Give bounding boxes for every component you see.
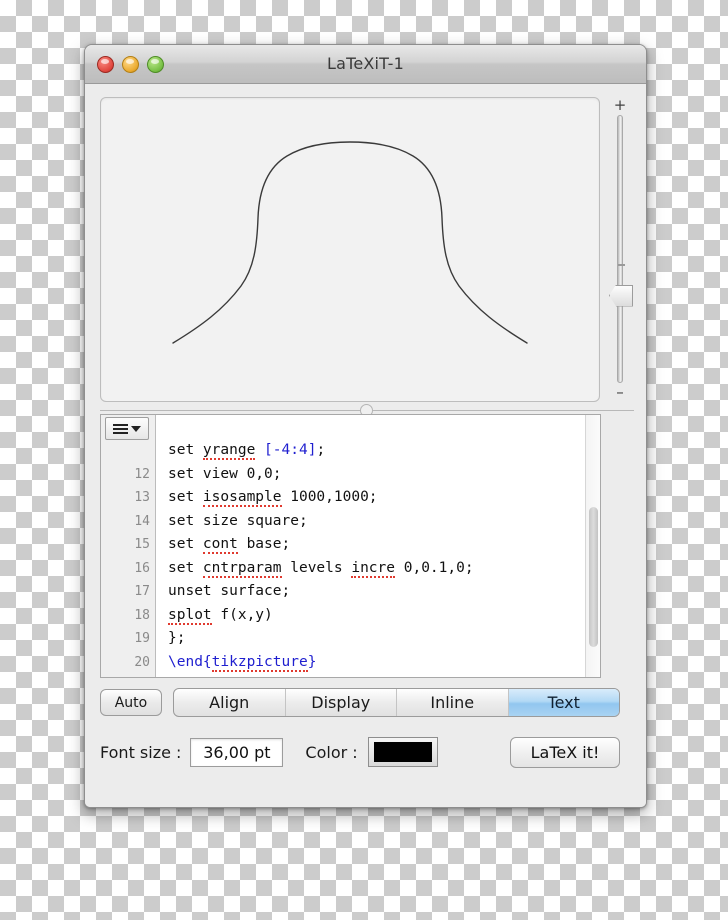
code-token: incre [351, 559, 395, 578]
mode-segment-inline[interactable]: Inline [397, 688, 509, 716]
code-token: cntrparam [202, 559, 282, 578]
mode-segment-align[interactable]: Align [174, 688, 286, 716]
gutter-line-number: 17 [134, 584, 150, 599]
code-token: splot [168, 606, 212, 625]
code-token: f(x,y) [211, 606, 273, 623]
latex-source-editor[interactable]: 12131415161718192021 set xrange [-4:4]; … [100, 414, 601, 678]
zoom-slider-tick [618, 264, 625, 266]
color-label: Color : [305, 742, 358, 762]
code-token: } [307, 653, 317, 670]
code-lines: set yrange [-4:4]; set view 0,0; set isosa… [156, 439, 600, 677]
font-size-input[interactable]: 36,00 pt [190, 737, 284, 767]
color-chip [373, 742, 432, 762]
mode-segment-display[interactable]: Display [286, 688, 397, 716]
mode-bar: Auto Align Display Inline Text [100, 687, 620, 717]
code-text-area[interactable]: set xrange [-4:4]; set yrange [-4:4];set… [156, 415, 600, 677]
code-line[interactable]: set cont base; [156, 533, 600, 557]
equation-preview[interactable] [100, 97, 600, 402]
gutter-line-number: 16 [134, 560, 150, 576]
code-line[interactable]: set yrange [-4:4]; [156, 439, 600, 463]
code-line[interactable]: set size square; [156, 510, 600, 534]
chevron-down-icon [131, 425, 141, 432]
editor-scrollbar-thumb[interactable] [589, 507, 598, 647]
lines-menu-icon[interactable] [105, 417, 149, 440]
preview-area: + – [100, 97, 634, 402]
gutter-line-number [101, 439, 155, 463]
code-line[interactable]: splot f(x,y) [156, 604, 600, 628]
latexit-button[interactable]: LaTeX it! [510, 736, 620, 768]
gutter-line-number: 18 [134, 607, 150, 623]
code-token: [-4:4] [264, 442, 317, 458]
editor-scrollbar[interactable] [585, 415, 600, 677]
bottom-toolbar: Font size : 36,00 pt Color : LaTeX it! [100, 732, 620, 772]
code-token: set view 0,0; [168, 465, 282, 482]
code-token: \end{ [168, 653, 212, 670]
code-token: tikzpicture [211, 653, 308, 672]
window-titlebar[interactable]: LaTeXiT-1 [85, 45, 646, 84]
preview-curve [172, 141, 528, 344]
code-token: isosample [202, 489, 282, 507]
code-line[interactable]: set cntrparam levels incre 0,0.1,0; [156, 557, 600, 581]
gutter-line-number: 15 [134, 537, 150, 552]
code-token: 0,0.1,0; [395, 559, 474, 576]
clipped-line-above: set xrange [-4:4]; [156, 415, 600, 439]
code-token: set [168, 536, 203, 552]
code-token: set size square; [168, 512, 308, 529]
gutter-line-number: 20 [134, 654, 150, 670]
gutter-line-number: 14 [134, 513, 150, 529]
code-line[interactable]: set view 0,0; [156, 463, 600, 487]
zoom-in-label[interactable]: + [606, 98, 634, 113]
window-title: LaTeXiT-1 [326, 54, 405, 73]
gutter-line-number: 21 [101, 674, 155, 677]
code-token: yrange [202, 442, 256, 460]
code-token: levels [281, 559, 352, 576]
gutter-line-numbers: 12 13 14 15 16 17 18 19 20 21 [101, 439, 155, 677]
window-body: + – 12 13 14 15 16 17 18 19 20 21 [85, 84, 646, 807]
line-number-gutter: 12 13 14 15 16 17 18 19 20 21 [101, 415, 156, 677]
code-token: 1000,1000; [281, 489, 378, 505]
code-token: cont [202, 536, 238, 554]
mode-segmented-control[interactable]: Align Display Inline Text [173, 687, 620, 717]
font-size-label: Font size : [100, 742, 182, 762]
zoom-slider-thumb[interactable] [609, 284, 633, 307]
gutter-line-number: 13 [134, 490, 150, 505]
color-well[interactable] [367, 737, 438, 767]
code-token: }; [168, 630, 186, 646]
code-line[interactable]: set isosample 1000,1000; [156, 486, 600, 510]
code-line[interactable]: \end{tikzpicture} [156, 651, 600, 675]
zoom-out-label[interactable]: – [606, 385, 634, 400]
code-line[interactable]: unset surface; [156, 580, 600, 604]
zoom-slider-track[interactable] [617, 115, 625, 383]
hamburger-icon [113, 423, 128, 434]
code-line[interactable]: }; [156, 627, 600, 651]
gutter-line-number: 19 [134, 631, 150, 646]
code-token: ; [316, 442, 326, 458]
zoom-slider[interactable]: + – [606, 97, 634, 400]
latexit-window: LaTeXiT-1 + – 12 13 14 15 16 17 18 19 20… [84, 44, 647, 808]
code-token: set [168, 559, 203, 576]
gutter-line-number: 12 [134, 466, 150, 482]
code-token: base; [237, 536, 291, 552]
mode-segment-text[interactable]: Text [508, 688, 619, 716]
code-token: set [168, 489, 203, 505]
code-token: unset surface; [168, 583, 291, 599]
auto-button[interactable]: Auto [100, 688, 162, 716]
code-token: set [168, 442, 203, 458]
code-line[interactable] [156, 674, 600, 677]
